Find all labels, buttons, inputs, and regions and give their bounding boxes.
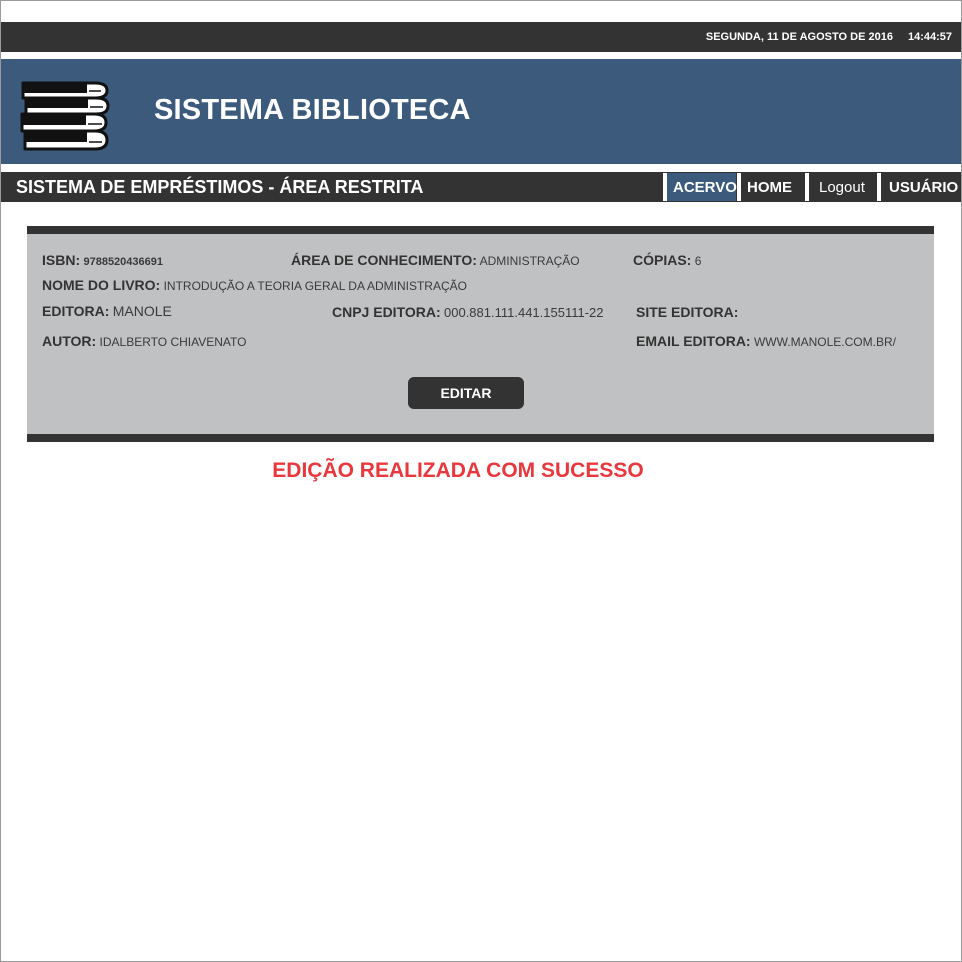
book-details-card: ISBN: 9788520436691 ÁREA DE CONHECIMENTO… <box>27 226 934 442</box>
email-value: WWW.MANOLE.COM.BR/ <box>753 335 896 349</box>
success-message: EDIÇÃO REALIZADA COM SUCESSO <box>272 459 644 482</box>
section-title: SISTEMA DE EMPRÉSTIMOS - ÁREA RESTRITA <box>16 177 424 197</box>
area-field: ÁREA DE CONHECIMENTO: ADMINISTRAÇÃO <box>291 252 580 268</box>
tab-acervo[interactable]: ACERVO <box>663 173 737 201</box>
site-field: SITE EDITORA: <box>636 304 738 320</box>
nome-value: INTRODUÇÃO A TEORIA GERAL DA ADMINISTRAÇ… <box>163 279 467 293</box>
isbn-value: 9788520436691 <box>83 256 163 268</box>
tab-usuario[interactable]: USUÁRIO <box>877 173 961 201</box>
app-title: SISTEMA BIBLIOTECA <box>154 94 471 126</box>
email-label: EMAIL EDITORA: <box>636 333 751 349</box>
editora-field: EDITORA: MANOLE <box>42 303 172 319</box>
autor-value: IDALBERTO CHIAVENATO <box>99 335 247 349</box>
cnpj-value: 000.881.111.441.155111-22 <box>444 305 604 320</box>
editora-label: EDITORA: <box>42 303 110 319</box>
area-value: ADMINISTRAÇÃO <box>479 254 580 268</box>
area-label: ÁREA DE CONHECIMENTO: <box>291 252 477 268</box>
cnpj-field: CNPJ EDITORA: 000.881.111.441.155111-22 <box>332 304 604 320</box>
tab-home[interactable]: HOME <box>737 173 803 201</box>
nav-bar: SISTEMA DE EMPRÉSTIMOS - ÁREA RESTRITA A… <box>1 172 961 202</box>
cnpj-label: CNPJ EDITORA: <box>332 304 441 320</box>
email-field: EMAIL EDITORA: WWW.MANOLE.COM.BR/ <box>636 333 896 349</box>
autor-label: AUTOR: <box>42 333 97 349</box>
books-stack-icon <box>20 81 110 151</box>
isbn-field: ISBN: 9788520436691 <box>42 252 163 268</box>
tab-logout[interactable]: Logout <box>805 173 877 201</box>
site-label: SITE EDITORA: <box>636 304 739 320</box>
copias-value: 6 <box>694 254 702 268</box>
app-header: SISTEMA BIBLIOTECA <box>1 59 961 164</box>
copias-label: CÓPIAS: <box>633 252 692 268</box>
editora-value: MANOLE <box>112 303 172 319</box>
edit-button[interactable]: EDITAR <box>408 377 524 409</box>
nome-field: NOME DO LIVRO: INTRODUÇÃO A TEORIA GERAL… <box>42 277 467 293</box>
current-date: SEGUNDA, 11 DE AGOSTO DE 2016 <box>705 31 893 43</box>
date-bar: SEGUNDA, 11 DE AGOSTO DE 2016 14:44:57 <box>1 22 961 52</box>
current-time: 14:44:57 <box>907 31 952 43</box>
nome-label: NOME DO LIVRO: <box>42 277 161 293</box>
copias-field: CÓPIAS: 6 <box>633 252 701 268</box>
isbn-label: ISBN: <box>42 252 81 268</box>
autor-field: AUTOR: IDALBERTO CHIAVENATO <box>42 333 246 349</box>
